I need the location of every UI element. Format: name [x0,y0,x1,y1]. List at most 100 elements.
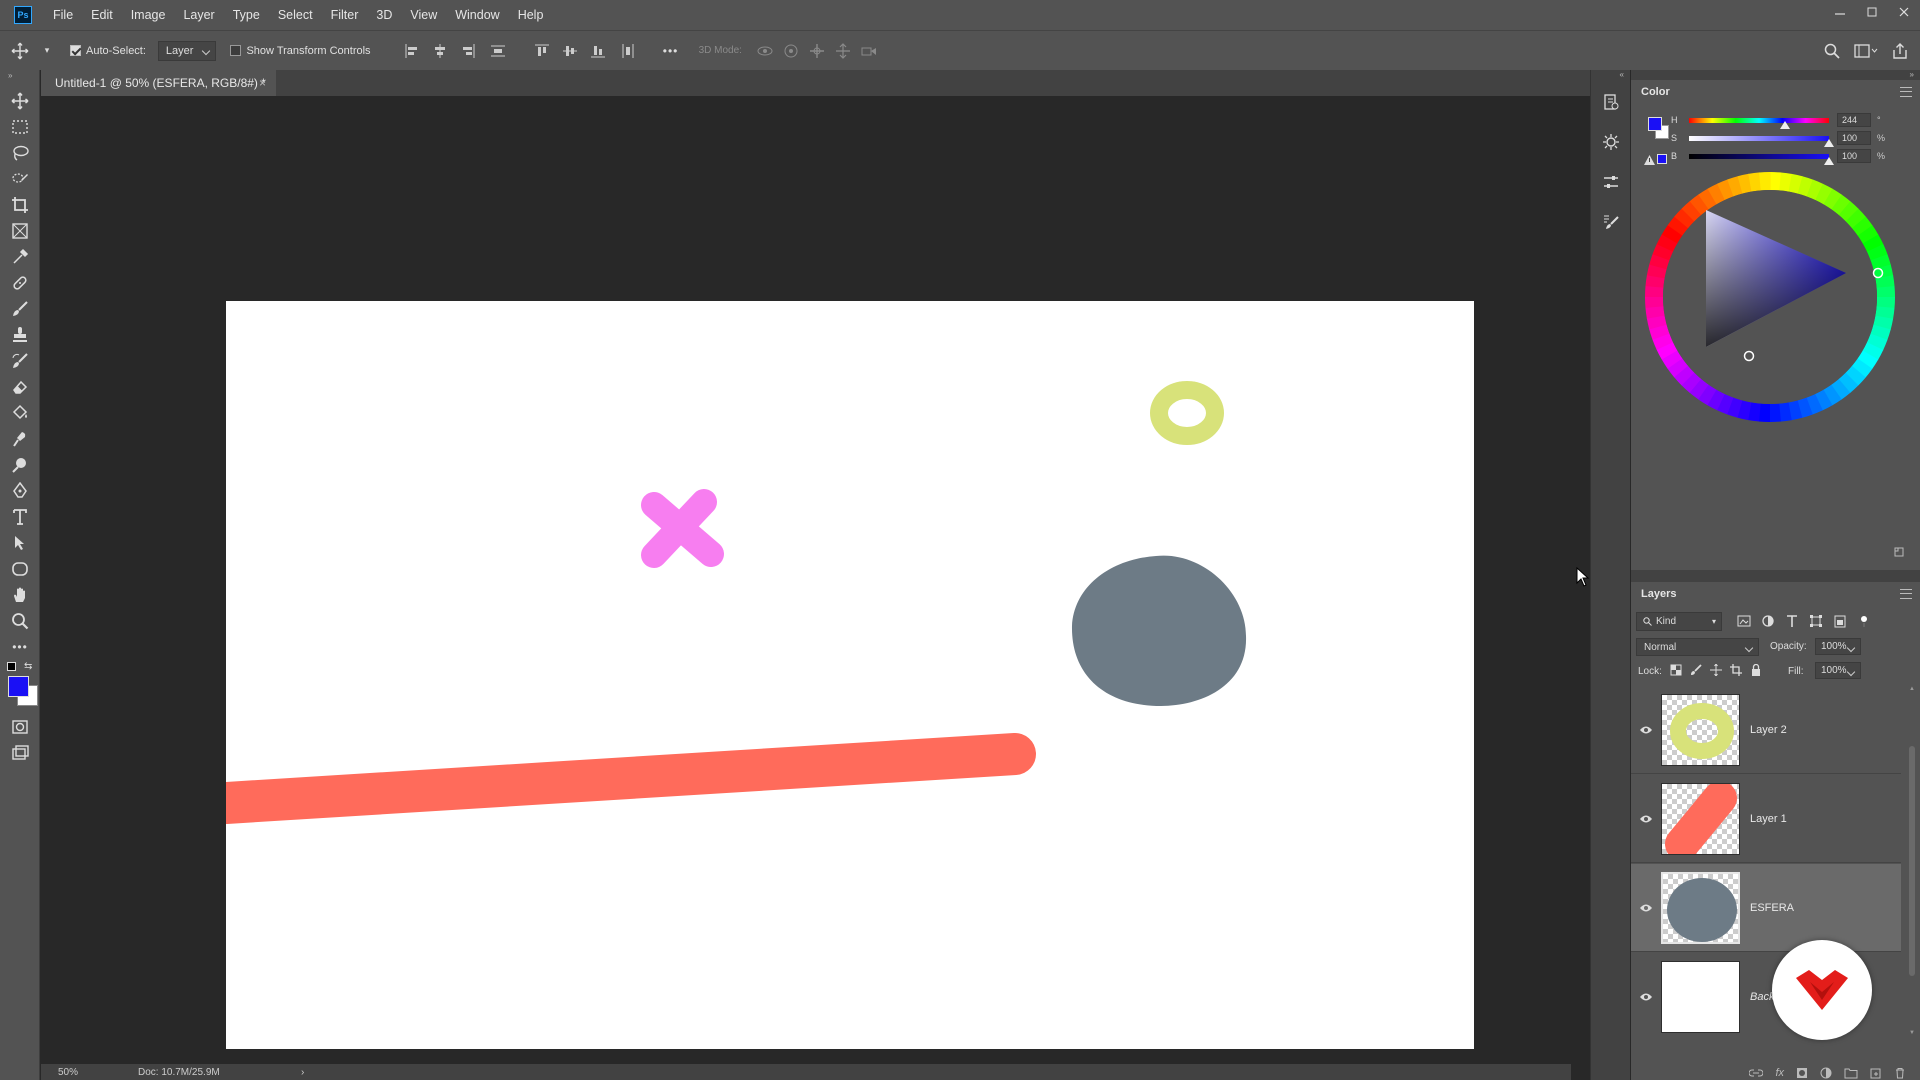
new-adjustment-layer-icon[interactable] [1820,1067,1832,1079]
filter-pixel-icon[interactable] [1737,614,1751,628]
more-options-button[interactable]: ••• [659,44,683,58]
quick-selection-tool-icon[interactable] [0,166,40,192]
chevron-down-icon[interactable]: ▾ [40,45,54,56]
3d-slide-icon[interactable] [834,42,852,59]
frame-tool-icon[interactable] [0,218,40,244]
distribute-v-icon[interactable] [485,44,511,58]
lasso-tool-icon[interactable] [0,140,40,166]
eyedropper-tool-icon[interactable] [0,244,40,270]
scroll-down-icon[interactable]: ▼ [1909,1030,1915,1036]
align-top-icon[interactable] [531,44,553,58]
workspace-icon[interactable] [1854,43,1878,59]
layer-name[interactable]: Layer 2 [1750,724,1787,736]
auto-select-check[interactable] [70,45,81,56]
menu-window[interactable]: Window [446,0,508,30]
opacity-field[interactable]: 100% [1815,638,1861,655]
menu-3d[interactable]: 3D [367,0,401,30]
foreground-color-swatch[interactable] [8,676,29,697]
edit-toolbar-button[interactable]: ••• [0,634,40,660]
minimize-icon[interactable] [1824,0,1856,24]
auto-select-target-dropdown[interactable]: Layer [157,40,217,61]
menu-help[interactable]: Help [509,0,553,30]
visibility-eye-icon[interactable] [1631,814,1661,824]
document-canvas[interactable] [205,301,1474,1049]
3d-roll-icon[interactable] [782,43,800,59]
filter-smart-object-icon[interactable] [1833,614,1847,628]
3d-pan-icon[interactable] [808,43,826,59]
filter-toggle-icon[interactable] [1857,614,1871,628]
lock-position-icon[interactable] [1710,664,1722,676]
layers-panel-menu-icon[interactable] [1900,589,1912,599]
color-panel-tab[interactable]: Color [1631,80,1680,104]
new-group-icon[interactable] [1844,1067,1858,1079]
menu-filter[interactable]: Filter [322,0,368,30]
lock-all-icon[interactable] [1750,664,1762,676]
hue-slider[interactable] [1689,117,1829,129]
web-safe-color-icon[interactable] [1657,154,1667,164]
eraser-tool-icon[interactable] [0,374,40,400]
collapse-dock-icon[interactable]: « [1591,70,1630,82]
layer-row-layer-2[interactable]: Layer 2 [1631,686,1901,774]
paint-bucket-tool-icon[interactable] [0,400,40,426]
screen-mode-icon[interactable] [0,740,40,766]
color-wheel[interactable] [1644,171,1896,423]
menu-edit[interactable]: Edit [82,0,122,30]
close-tab-icon[interactable]: × [259,76,266,90]
marquee-tool-icon[interactable] [0,114,40,140]
layer-name[interactable]: Layer 1 [1750,813,1787,825]
collapse-panels-icon[interactable]: » [1631,70,1920,80]
color-panel-foreground-swatch[interactable] [1648,117,1662,131]
saturation-slider[interactable] [1689,135,1834,147]
lock-artboard-icon[interactable] [1730,664,1742,676]
menu-layer[interactable]: Layer [174,0,223,30]
restore-icon[interactable] [1856,0,1888,24]
move-tool-preset-icon[interactable] [0,42,40,60]
align-middle-v-icon[interactable] [559,44,581,58]
color-panel-menu-icon[interactable] [1900,87,1912,97]
default-colors-icon[interactable] [7,662,16,671]
menu-image[interactable]: Image [122,0,175,30]
layers-panel-tab[interactable]: Layers [1631,582,1687,606]
align-center-h-icon[interactable] [429,43,451,58]
align-bottom-icon[interactable] [587,44,609,58]
lock-pixels-icon[interactable] [1690,664,1702,676]
collapse-tools-icon[interactable]: » [0,70,39,80]
pen-tool-icon[interactable] [0,478,40,504]
3d-camera-icon[interactable] [860,43,878,59]
layer-row-layer-1[interactable]: Layer 1 [1631,775,1901,863]
hue-value-field[interactable]: 244 [1837,113,1871,127]
swap-colors-icon[interactable]: ⇆ [24,661,32,672]
menu-type[interactable]: Type [224,0,269,30]
history-panel-icon[interactable] [1591,82,1631,122]
brush-tool-icon[interactable] [0,296,40,322]
layer-name[interactable]: ESFERA [1750,902,1794,914]
scrollbar-thumb[interactable] [1909,746,1915,976]
zoom-level[interactable]: 50% [58,1067,118,1078]
hand-tool-icon[interactable] [0,582,40,608]
saturation-slider-thumb[interactable] [1824,138,1834,147]
show-transform-check[interactable] [230,45,242,56]
adjustments-panel-icon[interactable] [1591,122,1631,162]
history-brush-tool-icon[interactable] [0,348,40,374]
path-selection-tool-icon[interactable] [0,530,40,556]
clone-stamp-tool-icon[interactable] [0,322,40,348]
menu-file[interactable]: File [44,0,82,30]
brightness-slider-thumb[interactable] [1824,156,1834,165]
visibility-eye-icon[interactable] [1631,992,1661,1002]
share-icon[interactable] [1892,43,1908,59]
layer-row-esfera[interactable]: ESFERA [1631,864,1901,952]
hue-slider-thumb[interactable] [1780,120,1790,129]
brightness-slider[interactable] [1689,153,1834,165]
move-tool-icon[interactable] [0,88,40,114]
blend-mode-dropdown[interactable]: Normal [1636,638,1759,656]
crop-tool-icon[interactable] [0,192,40,218]
menu-view[interactable]: View [401,0,446,30]
auto-select-checkbox[interactable]: Auto-Select: [70,45,146,57]
scroll-up-icon[interactable]: ▲ [1909,686,1915,692]
layers-scrollbar[interactable]: ▲ ▼ [1909,686,1915,1036]
distribute-h-icon[interactable] [615,43,641,58]
visibility-eye-icon[interactable] [1631,903,1661,913]
layer-style-icon[interactable]: fx [1775,1067,1784,1079]
delete-layer-icon[interactable] [1894,1067,1906,1079]
menu-select[interactable]: Select [269,0,322,30]
